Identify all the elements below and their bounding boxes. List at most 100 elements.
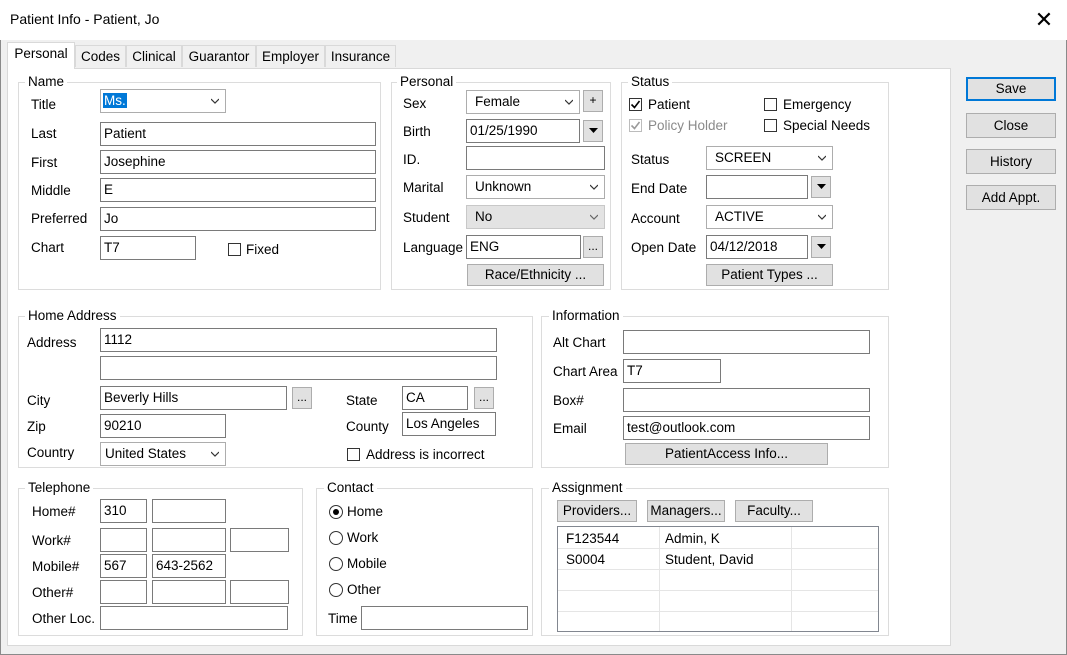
work-area-code-input[interactable]	[100, 528, 147, 552]
chart-area-input[interactable]: T7	[623, 359, 721, 383]
chevron-down-icon	[590, 214, 598, 220]
first-name-input[interactable]: Josephine	[100, 150, 376, 174]
tab-clinical[interactable]: Clinical	[126, 45, 182, 67]
emergency-checkbox[interactable]	[764, 98, 777, 111]
special-needs-checkbox[interactable]	[764, 119, 777, 132]
contact-home-label: Home	[347, 504, 384, 519]
county-input[interactable]: Los Angeles	[402, 412, 496, 436]
address-label: Address	[27, 335, 77, 350]
preferred-name-input[interactable]: Jo	[100, 207, 376, 231]
state-lookup-button[interactable]: ...	[474, 387, 494, 409]
id-input[interactable]	[466, 146, 605, 170]
account-select[interactable]: ACTIVE	[706, 205, 833, 229]
marital-label: Marital	[403, 180, 444, 195]
contact-other-radio[interactable]	[329, 583, 343, 597]
patient-checkbox[interactable]	[629, 98, 642, 111]
open-date-input[interactable]: 04/12/2018	[706, 235, 808, 259]
student-select[interactable]: No	[466, 205, 605, 229]
time-input[interactable]	[361, 606, 528, 630]
city-lookup-button[interactable]: ...	[292, 387, 312, 409]
other-location-input[interactable]	[100, 606, 288, 630]
faculty-button[interactable]: Faculty...	[735, 500, 813, 522]
patient-types-button[interactable]: Patient Types ...	[706, 264, 833, 286]
contact-home-radio[interactable]	[329, 505, 343, 519]
chevron-down-icon	[818, 214, 826, 220]
information-legend: Information	[549, 308, 623, 324]
state-input[interactable]: CA	[402, 386, 468, 410]
language-input[interactable]: ENG	[466, 235, 581, 259]
time-label: Time	[328, 611, 358, 626]
other-phone-label: Other#	[32, 585, 74, 600]
marital-select[interactable]: Unknown	[466, 175, 605, 199]
close-button[interactable]: Close	[966, 113, 1056, 138]
status-select[interactable]: SCREEN	[706, 146, 833, 170]
end-date-picker-button[interactable]	[811, 176, 831, 198]
tab-codes[interactable]: Codes	[75, 45, 126, 67]
address-incorrect-checkbox[interactable]	[347, 448, 360, 461]
birth-date-picker-button[interactable]	[583, 120, 603, 142]
policy-holder-checkbox[interactable]	[629, 119, 642, 132]
tab-insurance[interactable]: Insurance	[325, 45, 396, 67]
race-ethnicity-button[interactable]: Race/Ethnicity ...	[467, 264, 604, 286]
tab-employer[interactable]: Employer	[256, 45, 325, 67]
work-extension-input[interactable]	[230, 528, 289, 552]
fixed-checkbox[interactable]	[228, 243, 241, 256]
window-border-left	[0, 40, 1, 655]
sex-add-button[interactable]: +	[583, 90, 603, 112]
patient-access-info-button[interactable]: PatientAccess Info...	[625, 443, 828, 465]
birth-date-input[interactable]: 01/25/1990	[466, 119, 580, 143]
telephone-legend: Telephone	[25, 480, 94, 496]
sex-select[interactable]: Female	[466, 90, 580, 114]
language-lookup-button[interactable]: ...	[583, 236, 603, 258]
other-number-input[interactable]	[152, 580, 226, 604]
chart-area-label: Chart Area	[553, 364, 618, 379]
add-appt-button[interactable]: Add Appt.	[966, 185, 1056, 210]
tab-personal[interactable]: Personal	[7, 42, 75, 69]
zip-input[interactable]: 90210	[100, 414, 226, 438]
contact-mobile-label: Mobile	[347, 556, 387, 571]
other-extension-input[interactable]	[230, 580, 289, 604]
work-number-input[interactable]	[152, 528, 226, 552]
assignment-code: F123544	[566, 531, 620, 546]
contact-mobile-radio[interactable]	[329, 557, 343, 571]
title-select[interactable]: Ms.	[100, 89, 226, 113]
preferred-label: Preferred	[31, 211, 88, 226]
chevron-down-icon	[565, 99, 573, 105]
chart-input[interactable]: T7	[100, 236, 196, 260]
city-input[interactable]: Beverly Hills	[100, 386, 287, 410]
email-input[interactable]: test@outlook.com	[623, 416, 870, 440]
table-row[interactable]: F123544 Admin, K	[558, 529, 878, 548]
alt-chart-input[interactable]	[623, 330, 870, 354]
assignment-list[interactable]: F123544 Admin, K S0004 Student, David	[557, 526, 879, 632]
home-address-legend: Home Address	[25, 308, 120, 324]
mobile-number-input[interactable]: 643-2562	[152, 554, 226, 578]
title-value: Ms.	[103, 93, 127, 108]
home-area-code-input[interactable]: 310	[100, 499, 147, 523]
account-label: Account	[631, 211, 680, 226]
providers-button[interactable]: Providers...	[557, 500, 637, 522]
end-date-input[interactable]	[706, 175, 808, 199]
tab-guarantor[interactable]: Guarantor	[182, 45, 256, 67]
mobile-area-code-input[interactable]: 567	[100, 554, 147, 578]
assignment-code: S0004	[566, 552, 606, 567]
address-line1-input[interactable]: 1112	[100, 328, 497, 352]
home-number-input[interactable]	[152, 499, 226, 523]
student-label: Student	[403, 210, 450, 225]
history-button[interactable]: History	[966, 149, 1056, 174]
box-input[interactable]	[623, 388, 870, 412]
save-button[interactable]: Save	[966, 77, 1056, 101]
contact-work-radio[interactable]	[329, 531, 343, 545]
title-bar: Patient Info - Patient, Jo ✕	[0, 0, 1067, 40]
first-label: First	[31, 155, 58, 170]
table-row[interactable]: S0004 Student, David	[558, 550, 878, 569]
country-select[interactable]: United States	[100, 442, 226, 466]
open-date-picker-button[interactable]	[811, 236, 831, 258]
address-line2-input[interactable]	[100, 356, 497, 380]
middle-name-input[interactable]: E	[100, 178, 376, 202]
last-name-input[interactable]: Patient	[100, 122, 376, 146]
other-area-code-input[interactable]	[100, 580, 147, 604]
address-incorrect-label: Address is incorrect	[366, 447, 485, 462]
close-window-icon[interactable]: ✕	[1021, 0, 1067, 40]
managers-button[interactable]: Managers...	[647, 500, 725, 522]
radio-selected-dot	[333, 509, 339, 515]
